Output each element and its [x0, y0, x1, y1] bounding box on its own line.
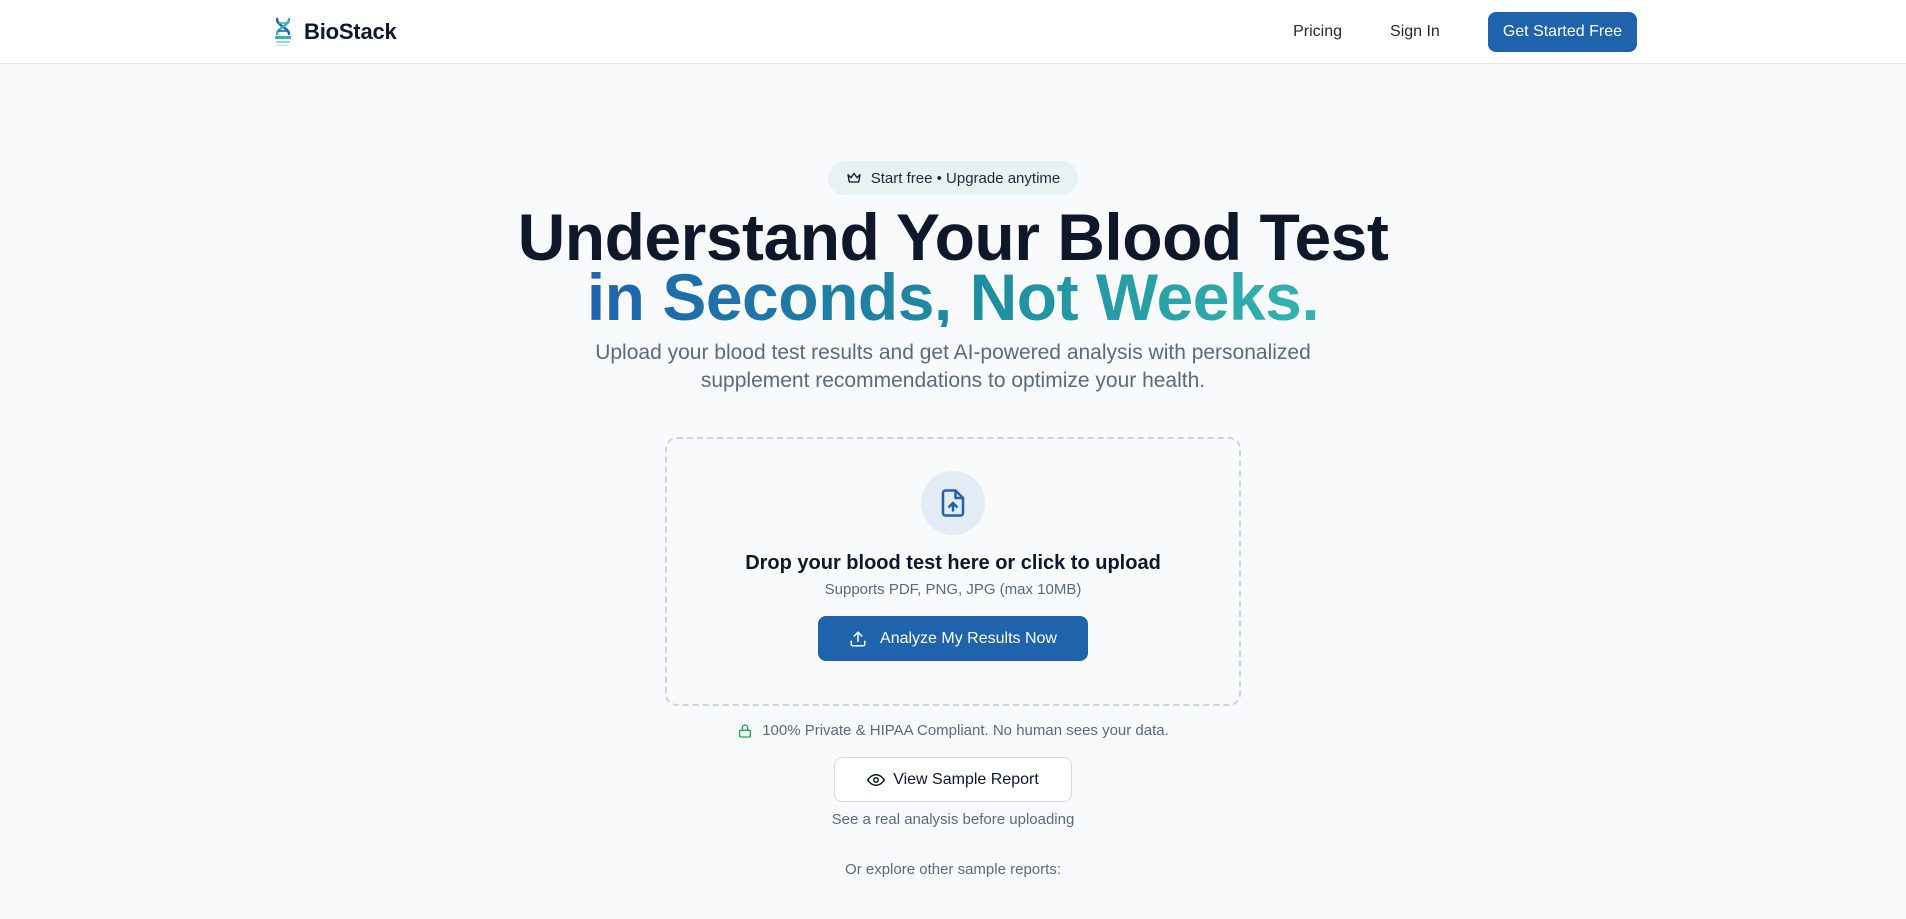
- top-navbar: BioStack Pricing Sign In Get Started Fre…: [0, 0, 1906, 64]
- dna-icon: [275, 17, 291, 46]
- nav-link-sign-in[interactable]: Sign In: [1366, 12, 1464, 52]
- brand-name: BioStack: [304, 19, 397, 44]
- plan-badge-text: Start free • Upgrade anytime: [870, 169, 1061, 187]
- view-sample-report-label: View Sample Report: [893, 770, 1039, 788]
- main-nav: Pricing Sign In Get Started Free: [1269, 12, 1637, 52]
- brand-logo[interactable]: BioStack: [272, 16, 397, 48]
- view-sample-report-button[interactable]: View Sample Report: [834, 757, 1072, 802]
- crown-icon: [847, 172, 861, 183]
- eye-icon: [867, 773, 886, 786]
- upload-dropzone[interactable]: Drop your blood test here or click to up…: [665, 437, 1241, 706]
- file-upload-icon: [941, 489, 965, 517]
- hero-title: Understand Your Blood Test: [517, 200, 1389, 274]
- sample-report-note: See a real analysis before uploading: [831, 811, 1075, 828]
- analyze-results-button[interactable]: Analyze My Results Now: [818, 616, 1088, 661]
- hero-section: Start free • Upgrade anytime Understand …: [0, 64, 1906, 878]
- nav-link-pricing[interactable]: Pricing: [1269, 12, 1366, 52]
- upload-icon-circle: [921, 471, 985, 535]
- privacy-text: 100% Private & HIPAA Compliant. No human…: [762, 722, 1169, 739]
- dropzone-hint: Supports PDF, PNG, JPG (max 10MB): [824, 581, 1082, 598]
- privacy-note: 100% Private & HIPAA Compliant. No human…: [737, 722, 1169, 739]
- hero-subtitle: Upload your blood test results and get A…: [595, 341, 1311, 392]
- lock-icon: [739, 723, 752, 738]
- hero-title-highlight: in Seconds, Not Weeks.: [586, 260, 1320, 334]
- explore-samples-heading: Or explore other sample reports:: [845, 861, 1061, 878]
- analyze-results-label: Analyze My Results Now: [880, 629, 1057, 647]
- upload-icon: [850, 631, 866, 646]
- get-started-button[interactable]: Get Started Free: [1487, 12, 1637, 52]
- dropzone-title: Drop your blood test here or click to up…: [745, 552, 1161, 574]
- plan-badge: Start free • Upgrade anytime: [827, 161, 1079, 195]
